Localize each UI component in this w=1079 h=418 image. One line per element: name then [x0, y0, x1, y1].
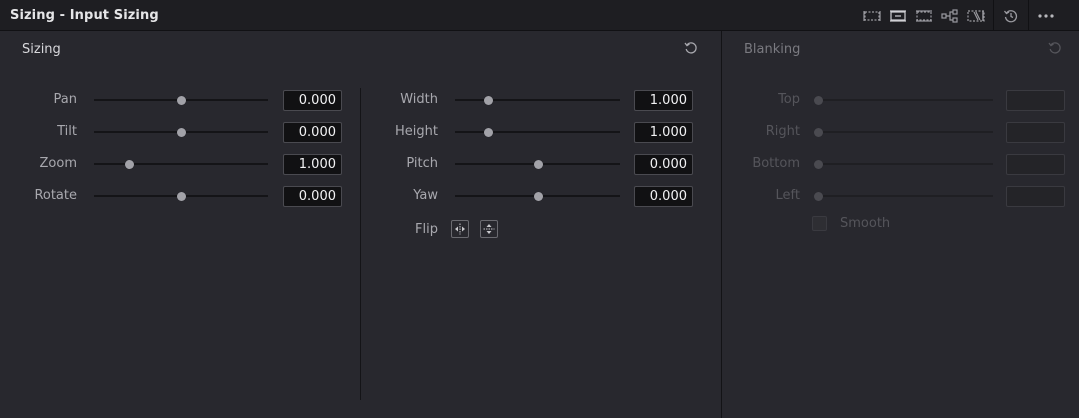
flip-horizontal-icon — [455, 223, 465, 235]
yaw-slider[interactable] — [455, 192, 620, 201]
toolbar — [859, 0, 1059, 31]
yaw-value-field[interactable]: 0.000 — [634, 186, 693, 207]
left-slider-handle — [814, 192, 823, 201]
top-value-field — [1006, 90, 1065, 111]
reset-blanking-icon — [1047, 40, 1063, 56]
left-slider — [814, 192, 993, 201]
param-row-yaw: Yaw 0.000 — [0, 186, 721, 207]
flip-vertical-icon — [483, 224, 495, 234]
smooth-label: Smooth — [840, 216, 891, 231]
top-label: Top — [778, 92, 800, 107]
param-row-top: Top — [722, 90, 1079, 111]
width-label: Width — [400, 92, 438, 107]
history-icon[interactable] — [998, 0, 1024, 31]
flip-row: Flip — [0, 220, 721, 240]
crop-overlay-icon[interactable] — [963, 0, 989, 31]
right-value-field — [1006, 122, 1065, 143]
bottom-slider — [814, 160, 993, 169]
right-label: Right — [765, 124, 800, 139]
flip-label: Flip — [415, 222, 438, 237]
node-link-icon[interactable] — [937, 0, 963, 31]
left-label: Left — [775, 188, 800, 203]
reset-sizing-icon[interactable] — [683, 40, 699, 56]
window-title: Sizing - Input Sizing — [10, 8, 159, 23]
param-row-bottom: Bottom — [722, 154, 1079, 175]
left-value-field — [1006, 186, 1065, 207]
sizing-mode-2-icon[interactable] — [885, 0, 911, 31]
sizing-title: Sizing — [22, 42, 61, 57]
pitch-slider-handle[interactable] — [533, 160, 543, 169]
param-row-right: Right — [722, 122, 1079, 143]
param-row-left: Left — [722, 186, 1079, 207]
blanking-panel: Blanking Top Right Bottom Left Smooth — [721, 31, 1079, 418]
flip-horizontal-button[interactable] — [451, 220, 469, 238]
pitch-slider[interactable] — [455, 160, 620, 169]
param-row-pitch: Pitch 0.000 — [0, 154, 721, 175]
blanking-title: Blanking — [744, 42, 801, 57]
param-row-height: Height 1.000 — [0, 122, 721, 143]
more-options-icon[interactable] — [1033, 0, 1059, 31]
title-bar: Sizing - Input Sizing — [0, 0, 1079, 31]
bottom-label: Bottom — [752, 156, 800, 171]
yaw-label: Yaw — [413, 188, 438, 203]
top-slider-handle — [814, 96, 823, 105]
width-slider-handle[interactable] — [484, 96, 493, 105]
param-row-width: Width 1.000 — [0, 90, 721, 111]
toolbar-separator — [1028, 0, 1029, 31]
height-slider-handle[interactable] — [484, 128, 493, 137]
sizing-panel: Sizing Pan 0.000 Tilt 0.000 Zoom 1.000 Rotate 0… — [0, 31, 721, 418]
bottom-value-field — [1006, 154, 1065, 175]
pitch-value-field[interactable]: 0.000 — [634, 154, 693, 175]
width-slider[interactable] — [455, 96, 620, 105]
smooth-checkbox[interactable] — [812, 216, 827, 231]
height-value-field[interactable]: 1.000 — [634, 122, 693, 143]
right-slider — [814, 128, 993, 137]
sizing-mode-3-icon[interactable] — [911, 0, 937, 31]
bottom-slider-handle — [814, 160, 823, 169]
toolbar-separator — [993, 0, 994, 31]
right-slider-handle — [814, 128, 823, 137]
flip-vertical-button[interactable] — [480, 220, 498, 238]
height-slider[interactable] — [455, 128, 620, 137]
yaw-slider-handle[interactable] — [533, 192, 543, 201]
sizing-mode-1-icon[interactable] — [859, 0, 885, 31]
width-value-field[interactable]: 1.000 — [634, 90, 693, 111]
pitch-label: Pitch — [406, 156, 438, 171]
top-slider — [814, 96, 993, 105]
height-label: Height — [395, 124, 438, 139]
